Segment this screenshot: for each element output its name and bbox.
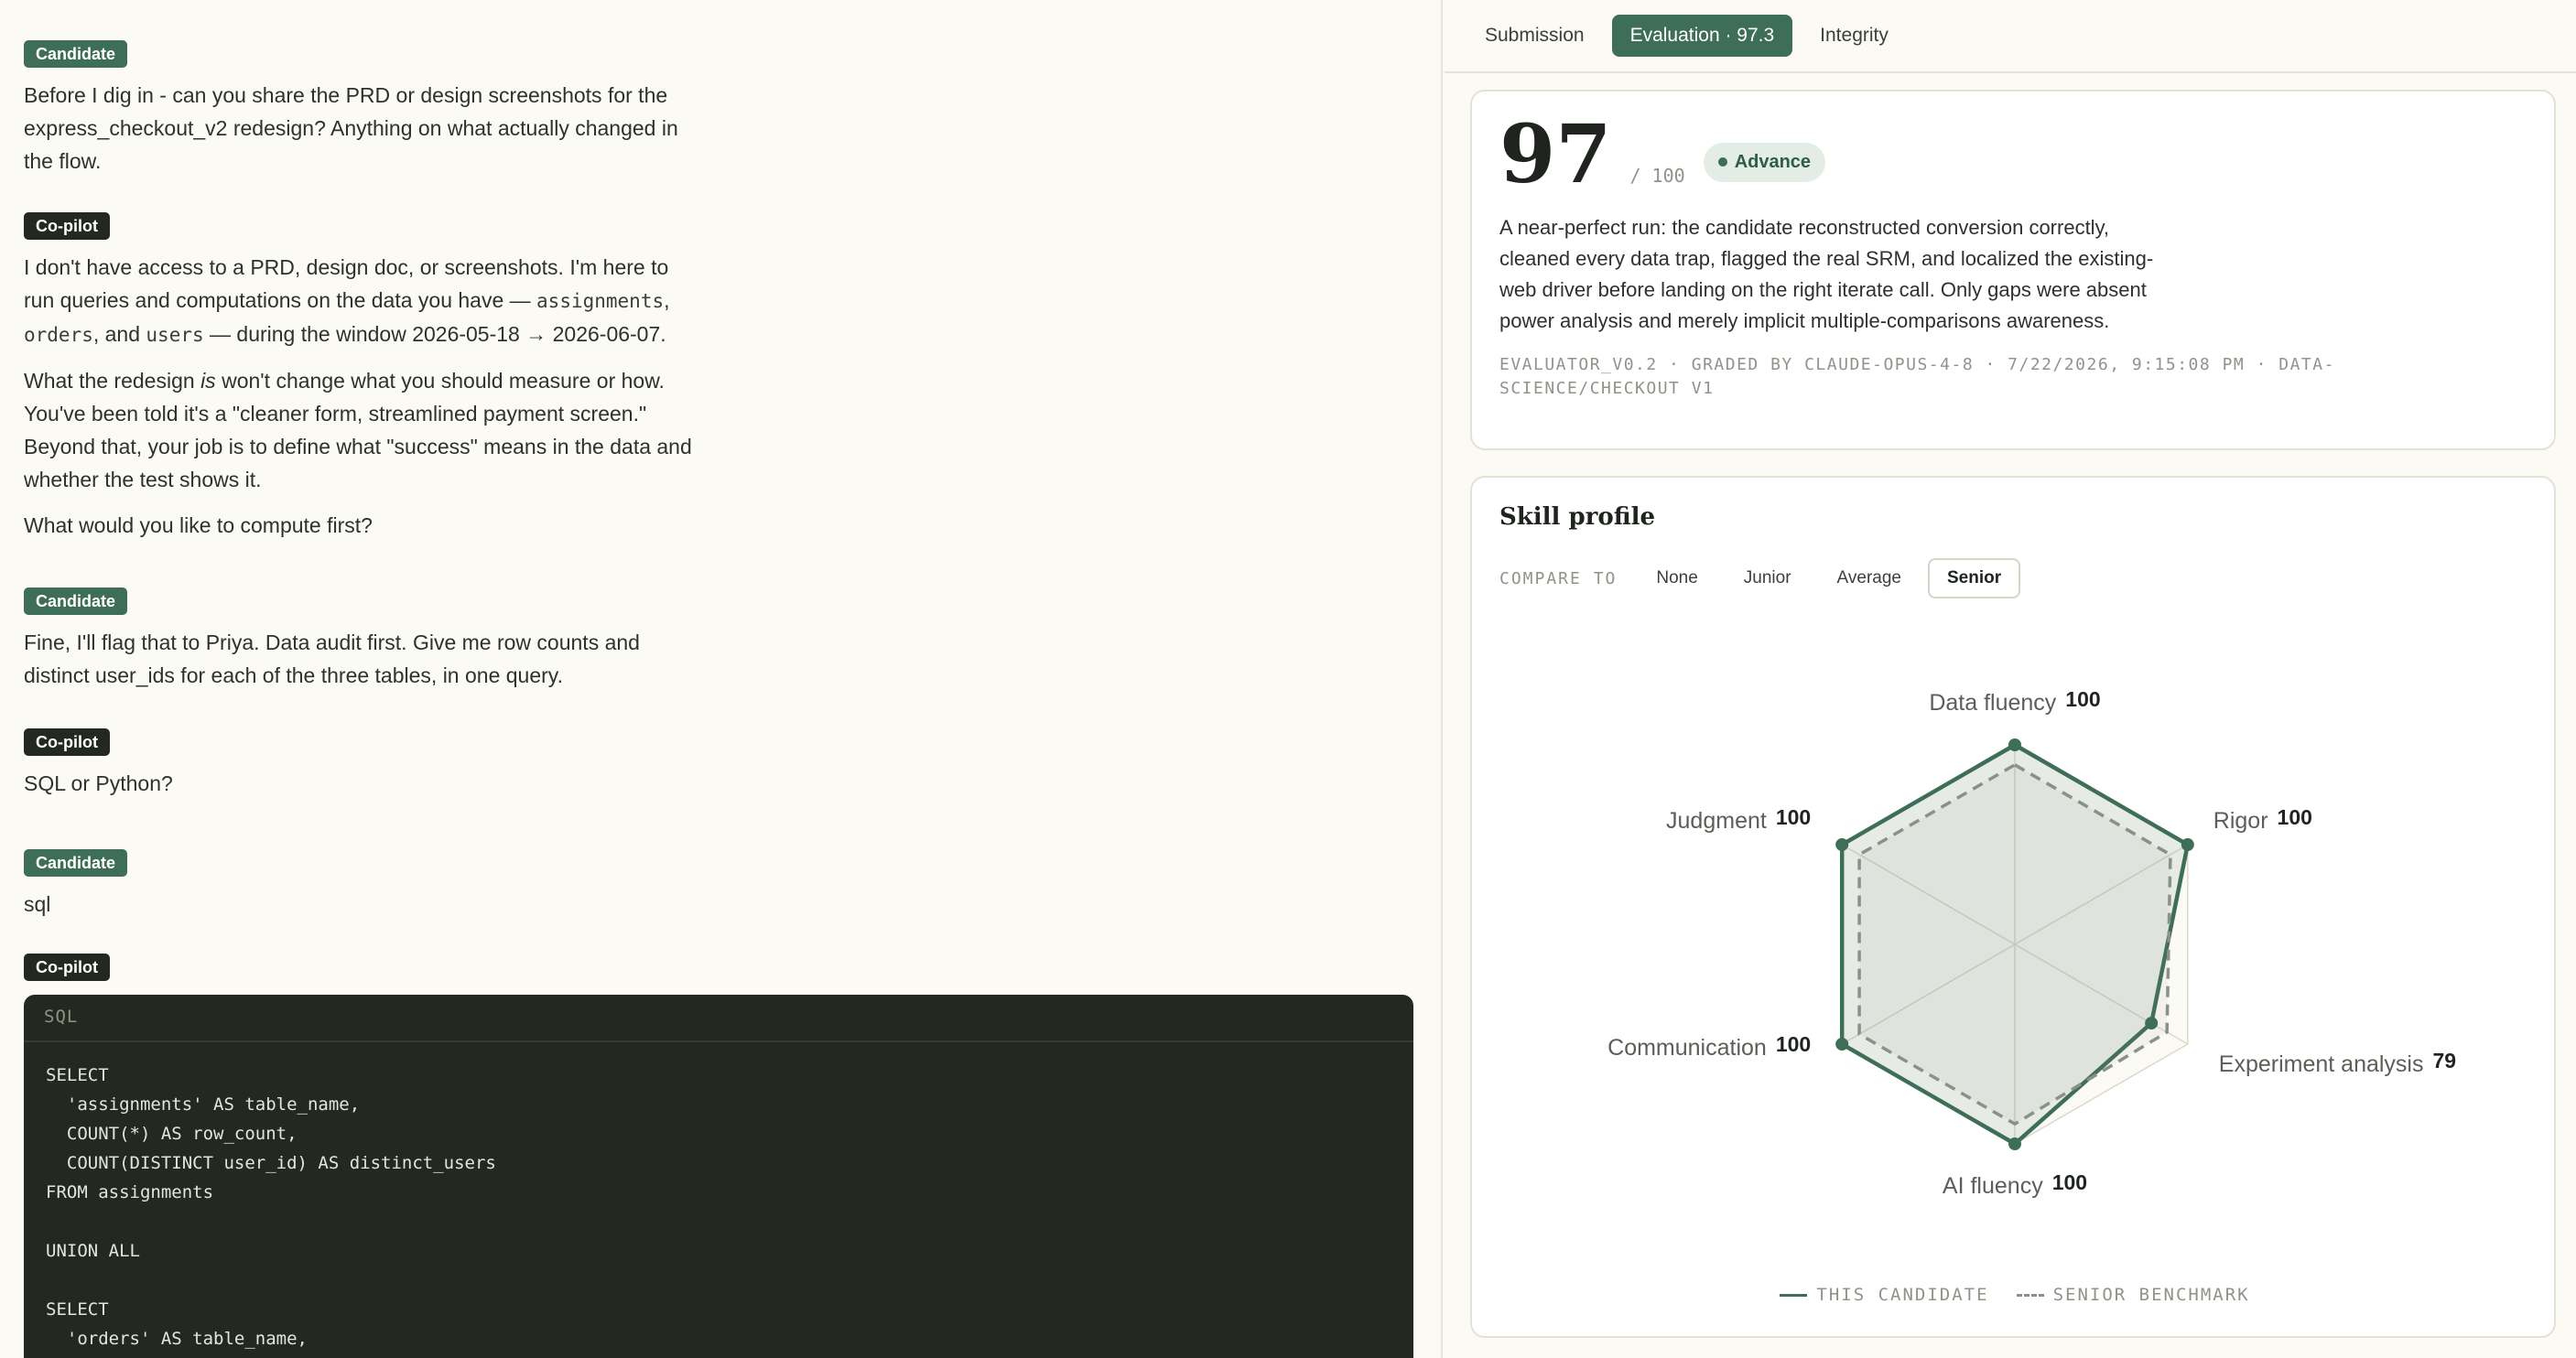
copilot-message: Co-pilot SQL or Python? <box>24 728 701 800</box>
tab-submission[interactable]: Submission <box>1467 15 1603 57</box>
candidate-message: Candidate Before I dig in - can you share… <box>24 40 701 178</box>
message-text: I don't have access to a PRD, design doc… <box>24 255 670 346</box>
tab-evaluation[interactable]: Evaluation · 97.3 <box>1611 15 1793 57</box>
score-max: / 100 <box>1629 165 1685 187</box>
candidate-message: Candidate sql <box>24 849 701 921</box>
role-badge: Candidate <box>24 849 128 877</box>
role-badge: Candidate <box>24 587 128 615</box>
candidate-point <box>2008 1137 2021 1150</box>
role-badge: Co-pilot <box>24 954 110 981</box>
candidate-point <box>1835 1038 1849 1051</box>
message-text: sql <box>24 892 51 916</box>
skill-radar-chart: Data fluency 100 Rigor 100 Experiment analys… <box>1607 687 2456 1199</box>
decision-label: Advance <box>1734 151 1812 172</box>
role-badge: Co-pilot <box>24 728 110 756</box>
skill-profile-card: Skill profile COMPARE TO None Junior Ave… <box>1470 476 2556 1338</box>
message-text: Before I dig in - can you share the PRD … <box>24 83 678 173</box>
candidate-point <box>2145 1017 2159 1030</box>
code-line: FROM assignments <box>46 1182 214 1202</box>
chart-legend: THIS CANDIDATE SENIOR BENCHMARK <box>1472 1285 2558 1305</box>
code-line: SELECT <box>46 1065 109 1085</box>
axis-label: Communication 100 <box>1607 1032 1811 1061</box>
legend-candidate: THIS CANDIDATE <box>1780 1285 1988 1305</box>
role-badge: Co-pilot <box>24 212 110 240</box>
sql-code-block: SQL SELECT 'assignments' AS table_name, C… <box>24 995 1413 1358</box>
message-text: What would you like to compute first? <box>24 513 373 537</box>
code-line: COUNT(*) AS row_count, <box>46 1124 298 1144</box>
copilot-message: Co-pilot <box>24 954 701 981</box>
candidate-point <box>2181 838 2194 851</box>
tab-integrity[interactable]: Integrity <box>1802 15 1907 57</box>
message-text: What the redesign is won't change what y… <box>24 369 692 491</box>
role-badge: Candidate <box>24 40 128 68</box>
code-line: 'orders' AS table_name, <box>46 1329 308 1349</box>
message-text: Fine, I'll flag that to Priya. Data audi… <box>24 630 640 687</box>
axis-label: Rigor 100 <box>2213 805 2312 834</box>
chat-transcript: Candidate Before I dig in - can you share… <box>0 0 1443 1358</box>
solid-line-icon <box>1780 1293 1808 1297</box>
decision-badge: Advance <box>1703 142 1826 182</box>
status-dot-icon <box>1717 157 1727 167</box>
axis-label: Judgment 100 <box>1666 805 1811 834</box>
code-line: 'assignments' AS table_name, <box>46 1094 361 1115</box>
score-card: 97 / 100 Advance A near-perfect run: the… <box>1470 90 2556 450</box>
candidate-message: Candidate Fine, I'll flag that to Priya. … <box>24 587 701 692</box>
candidate-point <box>1835 838 1849 851</box>
code-line: SELECT <box>46 1299 109 1320</box>
legend-benchmark: SENIOR BENCHMARK <box>2016 1285 2250 1305</box>
copilot-message: Co-pilot I don't have access to a PRD, de… <box>24 212 701 542</box>
dashed-line-icon <box>2016 1293 2044 1297</box>
axis-label: Data fluency 100 <box>1929 687 2100 716</box>
candidate-point <box>2008 738 2021 751</box>
axis-label: AI fluency 100 <box>1943 1170 2087 1199</box>
code-line: UNION ALL <box>46 1241 140 1261</box>
overall-score: 97 <box>1499 106 1612 201</box>
axis-label: Experiment analysis 79 <box>2219 1049 2456 1077</box>
evaluation-meta: EVALUATOR_V0.2 · GRADED BY CLAUDE-OPUS-4… <box>1499 355 2335 398</box>
code-language-label: SQL <box>24 995 1413 1042</box>
evaluation-panel: Submission Evaluation · 97.3 Integrity 9… <box>1445 0 2576 1358</box>
tab-bar: Submission Evaluation · 97.3 Integrity <box>1445 0 2576 73</box>
evaluation-summary: A near-perfect run: the candidate recons… <box>1499 216 2154 332</box>
code-line: COUNT(DISTINCT user_id) AS distinct_user… <box>46 1153 496 1173</box>
message-text: SQL or Python? <box>24 771 173 795</box>
